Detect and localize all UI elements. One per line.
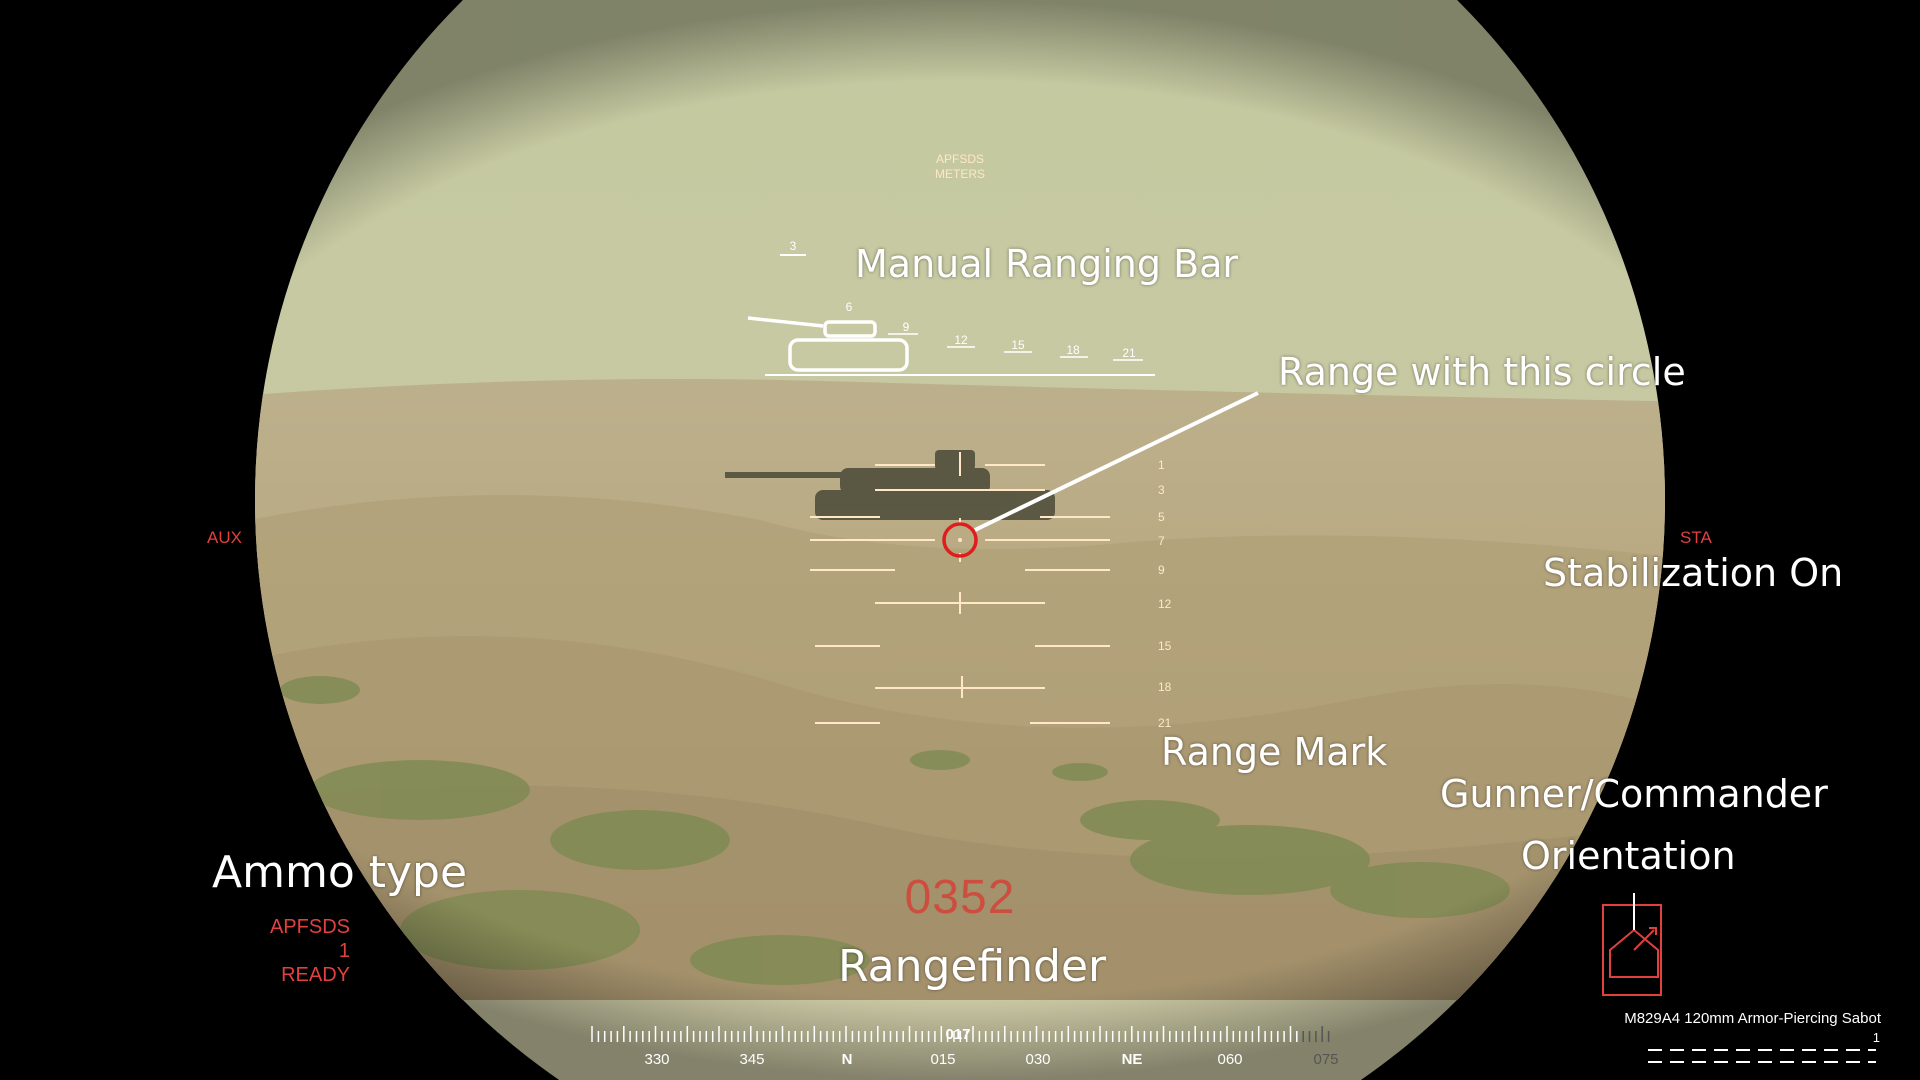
ranging-tick: 21 xyxy=(1122,346,1136,360)
ammo-status: APFSDS 1 READY xyxy=(240,915,350,987)
ranging-tick: 18 xyxy=(1066,343,1080,357)
orientation-indicator xyxy=(1602,893,1662,996)
compass-label: 075 xyxy=(1313,1051,1338,1068)
compass-label: NE xyxy=(1122,1051,1143,1068)
range-mark: 7 xyxy=(1158,534,1165,548)
ranging-tick: 15 xyxy=(1011,338,1025,352)
ammo-ready-status: READY xyxy=(281,964,350,986)
range-mark: 21 xyxy=(1158,716,1172,730)
sta-mode-label: STA xyxy=(1680,528,1712,547)
range-mark: 15 xyxy=(1158,639,1172,653)
ranging-tick: 6 xyxy=(846,300,853,314)
range-mark: 9 xyxy=(1158,563,1165,577)
annotation-rangefinder: Rangefinder xyxy=(838,941,1107,992)
aim-dot xyxy=(958,538,962,542)
compass-label: 345 xyxy=(739,1051,764,1068)
annotation-manual-ranging-bar: Manual Ranging Bar xyxy=(855,242,1239,286)
compass-label: 330 xyxy=(644,1051,669,1068)
annotation-ammo-type: Ammo type xyxy=(212,847,468,898)
rangefinder-readout: 0352 xyxy=(904,871,1016,924)
ammo-type-label: APFSDS xyxy=(269,916,350,938)
range-mark: 1 xyxy=(1158,458,1165,472)
annotation-orientation-line1: Gunner/Commander xyxy=(1440,772,1828,816)
range-mark: 5 xyxy=(1158,510,1165,524)
range-mark: 12 xyxy=(1158,597,1172,611)
ammo-header: APFSDS xyxy=(936,152,984,166)
annotation-stabilization: Stabilization On xyxy=(1543,551,1844,595)
ammo-loaded-count: 1 xyxy=(338,940,350,962)
ranging-tick: 9 xyxy=(903,320,910,334)
ammo-slots xyxy=(1648,1049,1876,1063)
ranging-tick: 3 xyxy=(790,239,797,253)
ranging-tick: 12 xyxy=(954,333,968,347)
annotation-range-mark: Range Mark xyxy=(1161,730,1388,774)
units-header: METERS xyxy=(935,167,985,181)
annotation-orientation-line2: Orientation xyxy=(1521,834,1736,878)
range-mark: 18 xyxy=(1158,680,1172,694)
compass-label: 030 xyxy=(1025,1051,1050,1068)
compass-label: 060 xyxy=(1217,1051,1242,1068)
annotation-range-circle: Range with this circle xyxy=(1278,350,1686,394)
ammo-name: M829A4 120mm Armor-Piercing Sabot xyxy=(1624,1010,1881,1027)
ammo-count: 1 xyxy=(1872,1030,1880,1045)
range-mark: 3 xyxy=(1158,483,1165,497)
compass-label: 015 xyxy=(930,1051,955,1068)
compass-label: N xyxy=(842,1051,853,1068)
aux-mode-label: AUX xyxy=(207,528,242,547)
compass-heading: 017 xyxy=(945,1026,970,1043)
